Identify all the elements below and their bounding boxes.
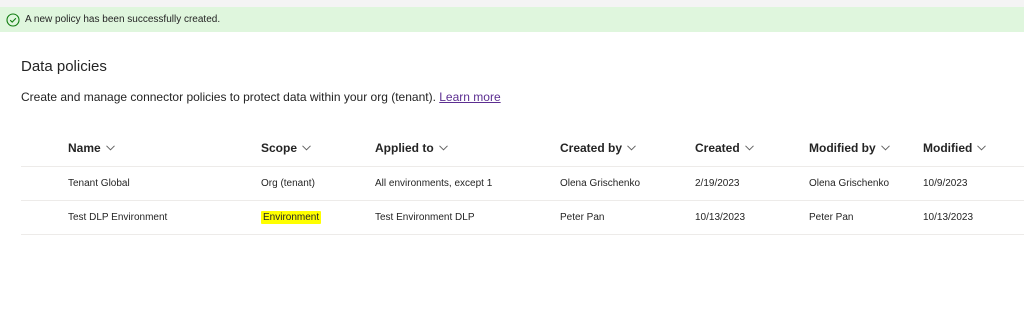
policy-name[interactable]: Tenant Global: [68, 167, 130, 200]
chevron-down-icon: [977, 145, 987, 151]
learn-more-link[interactable]: Learn more: [439, 90, 500, 104]
policy-created: 10/13/2023: [695, 212, 746, 223]
policy-created-by: Peter Pan: [560, 212, 605, 223]
column-header-label: Applied to: [375, 141, 434, 155]
column-header-applied-to[interactable]: Applied to: [375, 130, 448, 166]
chevron-down-icon: [302, 145, 311, 151]
column-header-label: Modified: [923, 141, 973, 155]
page-title: Data policies: [21, 58, 107, 75]
policy-modified-by: Peter Pan: [809, 212, 854, 223]
table-row[interactable]: Tenant Global Org (tenant) All environme…: [21, 167, 1024, 201]
chevron-down-icon: [627, 145, 636, 151]
chevron-down-icon: [744, 145, 754, 151]
column-header-created-by[interactable]: Created by: [560, 130, 636, 166]
column-header-label: Scope: [261, 141, 298, 155]
column-header-created[interactable]: Created: [695, 130, 754, 166]
policy-created: 2/19/2023: [695, 178, 740, 189]
subtitle-text: Create and manage connector policies to …: [21, 90, 436, 104]
column-header-label: Created: [695, 141, 740, 155]
column-header-modified[interactable]: Modified: [923, 130, 987, 166]
success-banner: A new policy has been successfully creat…: [0, 7, 1024, 32]
column-header-label: Modified by: [809, 141, 876, 155]
policy-applied-to: Test Environment DLP: [375, 212, 475, 223]
check-circle-icon: [6, 12, 20, 27]
policies-table: Name Scope Applied to Created by Created…: [21, 130, 1024, 235]
column-header-modified-by[interactable]: Modified by: [809, 130, 890, 166]
banner-message: A new policy has been successfully creat…: [25, 14, 221, 25]
page-subtitle: Create and manage connector policies to …: [21, 90, 501, 104]
chevron-down-icon: [105, 145, 115, 151]
column-header-label: Created by: [560, 141, 623, 155]
column-header-label: Name: [68, 141, 101, 155]
policy-applied-to: All environments, except 1: [375, 178, 493, 189]
table-header-row: Name Scope Applied to Created by Created…: [21, 130, 1024, 167]
top-strip: [0, 0, 1024, 7]
chevron-down-icon: [438, 145, 448, 151]
column-header-scope[interactable]: Scope: [261, 130, 311, 166]
highlighted-scope: Environment: [261, 211, 322, 224]
policy-created-by: Olena Grischenko: [560, 178, 641, 189]
chevron-down-icon: [880, 145, 890, 151]
policy-name[interactable]: Test DLP Environment: [68, 201, 167, 234]
policy-modified: 10/13/2023: [923, 212, 974, 223]
table-row[interactable]: Test DLP Environment Environment Test En…: [21, 201, 1024, 235]
policy-modified-by: Olena Grischenko: [809, 178, 890, 189]
policy-modified: 10/9/2023: [923, 178, 968, 189]
policy-scope: Environment: [261, 201, 322, 234]
policy-scope: Org (tenant): [261, 178, 315, 189]
column-header-name[interactable]: Name: [68, 130, 115, 166]
